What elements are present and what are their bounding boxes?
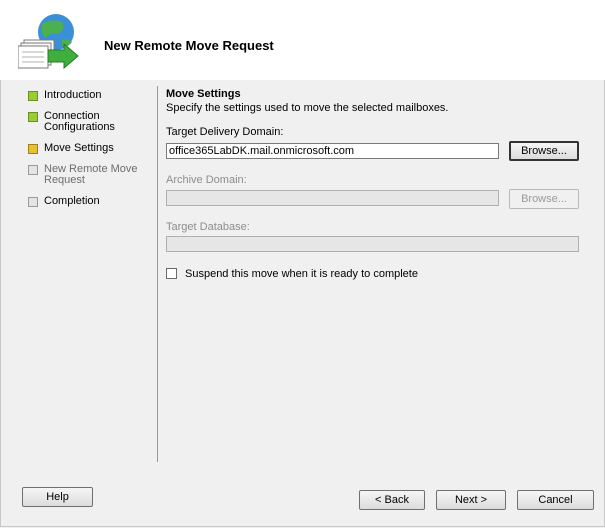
section-description: Specify the settings used to move the se…	[166, 102, 449, 114]
settings-header: Move Settings Specify the settings used …	[166, 86, 586, 114]
step-move-settings: Move Settings	[28, 143, 153, 154]
help-button[interactable]: Help	[22, 487, 93, 507]
step-connection-configurations: Connection Configurations	[28, 111, 153, 133]
step-complete-icon	[28, 91, 38, 101]
suspend-move-checkbox[interactable]	[166, 268, 177, 279]
cancel-button[interactable]: Cancel	[517, 490, 594, 510]
step-pending-icon	[28, 197, 38, 207]
step-label: Introduction	[44, 89, 102, 101]
suspend-move-label[interactable]: Suspend this move when it is ready to co…	[185, 268, 418, 280]
wizard-step-list: Introduction Connection Configurations Mo…	[28, 90, 153, 217]
step-new-remote-move-request: New Remote Move Request	[28, 164, 153, 186]
target-database-label: Target Database:	[166, 221, 250, 233]
step-label: Completion	[44, 195, 100, 207]
target-domain-input[interactable]: office365LabDK.mail.onmicrosoft.com	[166, 143, 499, 159]
target-database-input[interactable]	[166, 236, 579, 252]
archive-domain-input[interactable]	[166, 190, 499, 206]
archive-domain-label: Archive Domain:	[166, 174, 247, 186]
target-domain-label: Target Delivery Domain:	[166, 126, 284, 138]
step-label: New Remote Move Request	[44, 163, 138, 186]
step-label: Move Settings	[44, 142, 114, 154]
step-label: Connection Configurations	[44, 110, 115, 133]
section-title: Move Settings	[166, 88, 241, 100]
step-pending-icon	[28, 165, 38, 175]
back-button[interactable]: < Back	[359, 490, 425, 510]
target-domain-browse-button[interactable]: Browse...	[509, 141, 579, 161]
nav-divider	[157, 86, 158, 462]
step-completion: Completion	[28, 196, 153, 207]
move-mailbox-globe-icon	[18, 14, 79, 70]
wizard-title: New Remote Move Request	[104, 38, 274, 53]
step-complete-icon	[28, 112, 38, 122]
archive-domain-browse-button[interactable]: Browse...	[509, 189, 579, 209]
next-button[interactable]: Next >	[436, 490, 506, 510]
wizard-header: New Remote Move Request	[0, 0, 605, 80]
step-current-icon	[28, 144, 38, 154]
step-introduction: Introduction	[28, 90, 153, 101]
